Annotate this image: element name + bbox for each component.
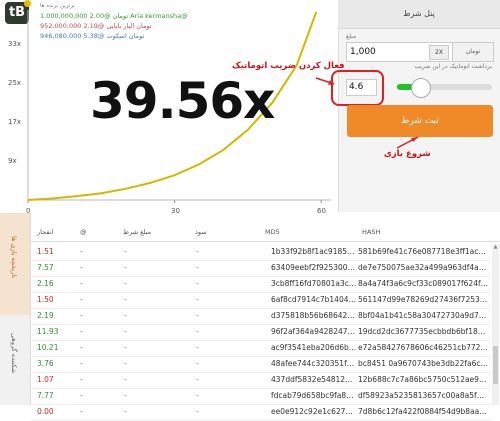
- annotation-auto-cashout: فعال کردن ضریب اتوماتیک: [232, 61, 345, 71]
- column-header-hash: HASH: [362, 228, 380, 236]
- cell-hash: df58923a5235813657c00a8a5f…: [358, 391, 490, 400]
- cell-crash: 2.16: [37, 279, 67, 288]
- cell-profit: -: [196, 263, 236, 272]
- cell-hash: 8bf04a1b41c58a30472730a9d7…: [358, 311, 490, 320]
- table-scrollbar-thumb[interactable]: [493, 346, 498, 384]
- cell-amount: -: [124, 359, 164, 368]
- tab-game-history[interactable]: تاریخچه بازی ها: [10, 236, 18, 278]
- annotation-arrows: [0, 0, 500, 212]
- table-row[interactable]: 7.77 - - - fdcab79d658bc9fa8…df58923a5235813…: [31, 388, 491, 405]
- annotation-arrowhead-start: [411, 137, 418, 142]
- cell-amount: -: [124, 263, 164, 272]
- cell-profit: -: [196, 407, 236, 416]
- column-header-crash: انفجار: [37, 228, 53, 236]
- cell-profit: -: [196, 391, 236, 400]
- table-row[interactable]: 2.19 - - - d375818b56b68642…8bf04a1b41c58a30…: [31, 308, 491, 325]
- cell-at: -: [80, 327, 100, 336]
- cell-amount: -: [124, 247, 164, 256]
- cell-at: -: [80, 343, 100, 352]
- cell-crash: 11.93: [37, 327, 67, 336]
- cell-md5: 1b33f92b8f1ac9185…: [271, 247, 356, 256]
- table-row[interactable]: 1.51 - - - 1b33f92b8f1ac9185…581b69fe41c76e0…: [31, 244, 491, 261]
- cell-hash: 561147d99e78269d27436f7253…: [358, 295, 490, 304]
- cell-md5: ac9f3541eba206d6b…: [271, 343, 356, 352]
- cell-at: -: [80, 375, 100, 384]
- table-row[interactable]: 0.00 - - - ee0e912c92e1c627…7d8b6c12fa422f08…: [31, 404, 491, 421]
- cell-md5: 437ddf5832e54812…: [271, 375, 356, 384]
- cell-amount: -: [124, 279, 164, 288]
- cell-at: -: [80, 311, 100, 320]
- column-header-at: @: [80, 228, 87, 236]
- cell-profit: -: [196, 311, 236, 320]
- cell-crash: 2.19: [37, 311, 67, 320]
- cell-amount: -: [124, 343, 164, 352]
- cell-at: -: [80, 391, 100, 400]
- cell-at: -: [80, 279, 100, 288]
- cell-crash: 1.51: [37, 247, 67, 256]
- table-row[interactable]: 1.50 - - - 6af8cd7914c7b1404…561147d99e78269…: [31, 292, 491, 309]
- cell-at: -: [80, 247, 100, 256]
- column-header-md5: MD5: [265, 228, 280, 236]
- cell-profit: -: [196, 343, 236, 352]
- cell-md5: 3cb8ff16fd70801a3c…: [271, 279, 356, 288]
- cell-amount: -: [124, 311, 164, 320]
- cell-crash: 1.50: [37, 295, 67, 304]
- table-row[interactable]: 11.93 - - - 96f2af364a9428247…19dcd2dc367773…: [31, 324, 491, 341]
- cell-amount: -: [124, 327, 164, 336]
- cell-md5: fdcab79d658bc9fa8…: [271, 391, 356, 400]
- table-row[interactable]: 10.21 - - - ac9f3541eba206d6b…e72a5842767860…: [31, 340, 491, 357]
- cell-md5: 6af8cd7914c7b1404…: [271, 295, 356, 304]
- cell-hash: 19dcd2dc3677735ecbbdb6bf18…: [358, 327, 490, 336]
- cell-profit: -: [196, 295, 236, 304]
- cell-amount: -: [124, 407, 164, 416]
- cell-md5: d375818b56b68642…: [271, 311, 356, 320]
- cell-hash: 8a4a74f3a6c9cf33c089017f624f…: [358, 279, 490, 288]
- cell-profit: -: [196, 247, 236, 256]
- cell-hash: de7e750075ae32a499a963df4a…: [358, 263, 490, 272]
- cell-hash: bc8451 0a9670743be3db22fa6c…: [358, 359, 490, 368]
- cell-md5: 96f2af364a9428247…: [271, 327, 356, 336]
- cell-crash: 1.07: [37, 375, 67, 384]
- cell-hash: 12b688c7c7a86bc5750c512ae9…: [358, 375, 490, 384]
- column-header-amount: مبلغ شرط: [123, 228, 151, 236]
- table-row[interactable]: 7.57 - - - 63409eebf2f925300…de7e750075ae32a…: [31, 260, 491, 277]
- cell-amount: -: [124, 375, 164, 384]
- cell-at: -: [80, 359, 100, 368]
- column-header-profit: سود: [195, 228, 207, 236]
- cell-crash: 7.77: [37, 391, 67, 400]
- annotation-start-game: شروع بازی: [384, 149, 431, 159]
- cell-hash: e72a58427678606c46251cb772…: [358, 343, 490, 352]
- table-row[interactable]: 2.16 - - - 3cb8ff16fd70801a3c…8a4a74f3a6c9cf…: [31, 276, 491, 293]
- table-row[interactable]: 1.07 - - - 437ddf5832e54812…12b688c7c7a86bc5…: [31, 372, 491, 389]
- table-row[interactable]: 3.76 - - - 48afee744c320351f…bc8451 0a967074…: [31, 356, 491, 373]
- scroll-up-arrow-icon[interactable]: ▲: [492, 244, 499, 251]
- cell-hash: 581b69fe41c76e087718e3ff1ac…: [358, 247, 490, 256]
- cell-crash: 7.57: [37, 263, 67, 272]
- cell-profit: -: [196, 327, 236, 336]
- cell-amount: -: [124, 295, 164, 304]
- tab-public-games[interactable]: شکننده گروهی: [10, 333, 18, 374]
- cell-md5: ee0e912c92e1c627…: [271, 407, 356, 416]
- cell-profit: -: [196, 359, 236, 368]
- cell-crash: 3.76: [37, 359, 67, 368]
- cell-hash: 7d8b6c12fa422f0884f54d9b8aa…: [358, 407, 490, 416]
- cell-crash: 10.21: [37, 343, 67, 352]
- cell-amount: -: [124, 391, 164, 400]
- cell-md5: 63409eebf2f925300…: [271, 263, 356, 272]
- cell-profit: -: [196, 279, 236, 288]
- cell-at: -: [80, 407, 100, 416]
- cell-crash: 0.00: [37, 407, 67, 416]
- cell-at: -: [80, 295, 100, 304]
- cell-md5: 48afee744c320351f…: [271, 359, 356, 368]
- cell-at: -: [80, 263, 100, 272]
- cell-profit: -: [196, 375, 236, 384]
